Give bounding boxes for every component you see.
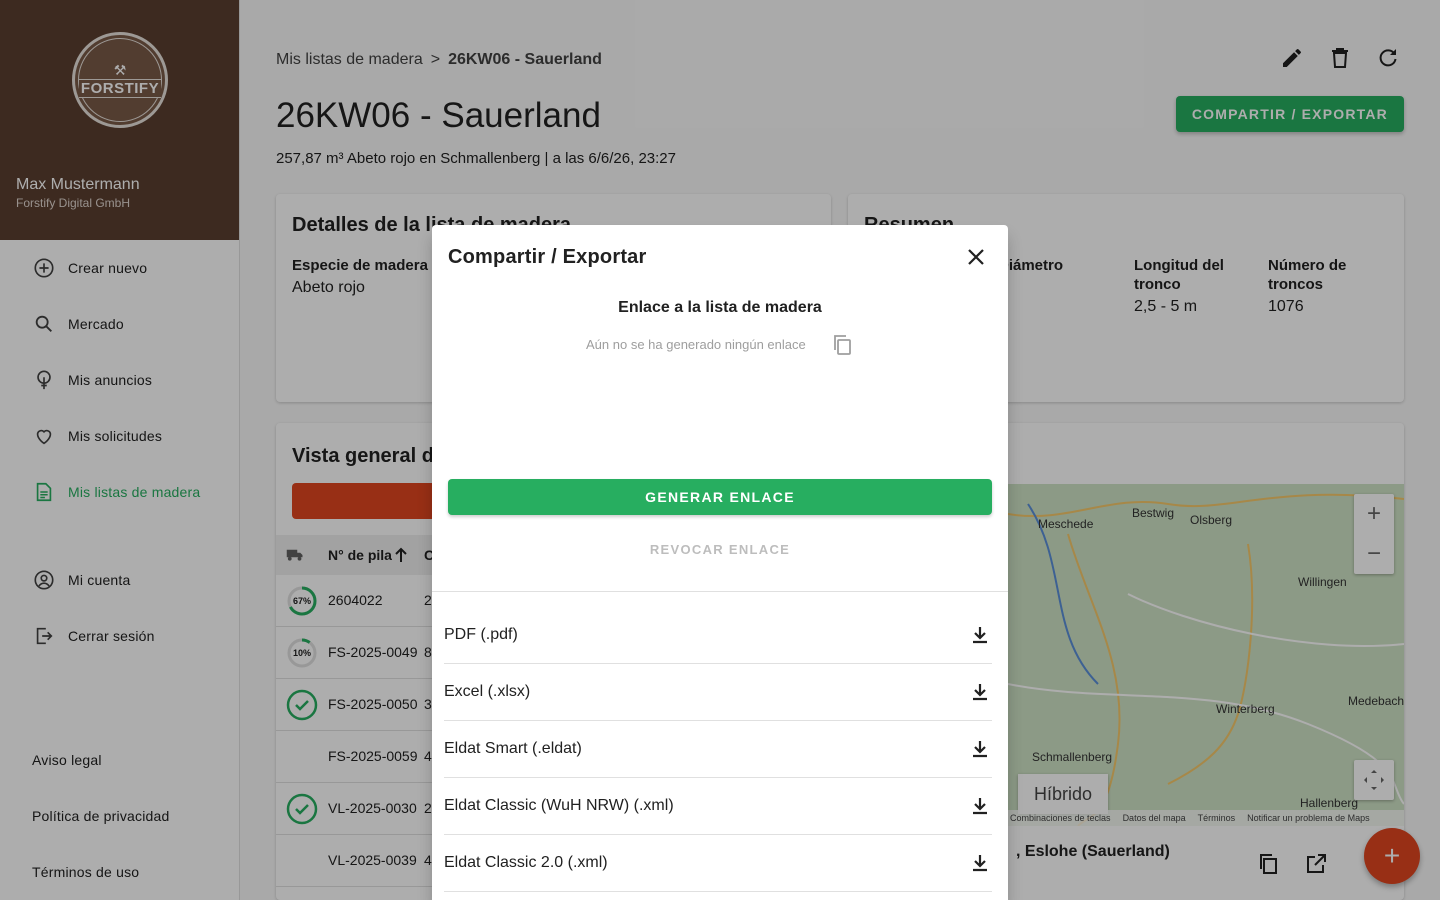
link-heading: Enlace a la lista de madera xyxy=(618,299,822,316)
export-label: Eldat Smart (.eldat) xyxy=(444,740,582,757)
revoke-link-button[interactable]: REVOCAR ENLACE xyxy=(432,542,1008,557)
export-eldat-smart-item[interactable]: Eldat Smart (.eldat) xyxy=(444,721,992,778)
export-label: Eldat Classic (WuH NRW) (.xml) xyxy=(444,797,674,814)
download-icon[interactable] xyxy=(968,737,992,761)
download-icon[interactable] xyxy=(968,851,992,875)
generate-link-button[interactable]: GENERAR ENLACE xyxy=(448,479,992,515)
download-icon[interactable] xyxy=(968,794,992,818)
dialog-title: Compartir / Exportar xyxy=(448,246,647,268)
export-label: Excel (.xlsx) xyxy=(444,683,531,700)
share-export-dialog: Compartir / Exportar Enlace a la lista d… xyxy=(432,225,1008,900)
link-empty-text: Aún no se ha generado ningún enlace xyxy=(586,337,806,352)
export-label: Eldat Classic 2.0 (.xml) xyxy=(444,854,608,871)
export-excel-item[interactable]: Excel (.xlsx) xyxy=(444,664,992,721)
close-icon[interactable] xyxy=(964,245,988,269)
export-eldat-classic-nrw-item[interactable]: Eldat Classic (WuH NRW) (.xml) xyxy=(444,778,992,835)
export-eldat-classic-2-item[interactable]: Eldat Classic 2.0 (.xml) xyxy=(444,835,992,892)
download-icon[interactable] xyxy=(968,680,992,704)
copy-link-icon[interactable] xyxy=(830,333,854,357)
divider xyxy=(432,591,1008,592)
export-pdf-item[interactable]: PDF (.pdf) xyxy=(444,607,992,664)
download-icon[interactable] xyxy=(968,623,992,647)
export-label: PDF (.pdf) xyxy=(444,626,518,643)
